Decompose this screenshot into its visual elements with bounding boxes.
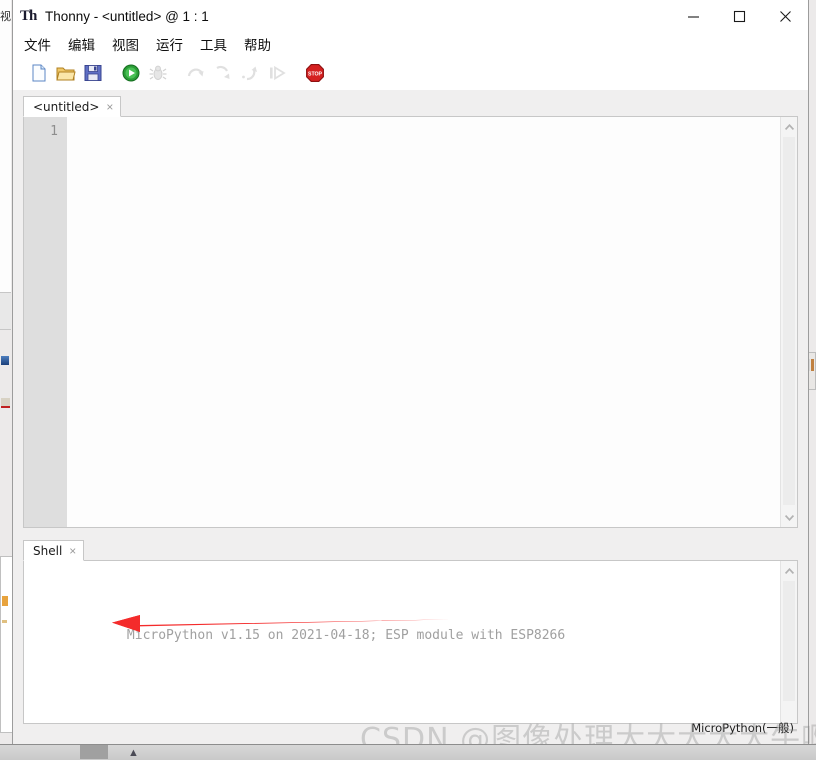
background-toolbar-fragment [0, 292, 11, 330]
background-icon-blue [1, 356, 9, 365]
debug-icon [148, 63, 168, 83]
shell-line-banner-1: MicroPython v1.15 on 2021-04-18; ESP mod… [33, 606, 780, 666]
shell-body[interactable]: MicroPython v1.15 on 2021-04-18; ESP mod… [23, 561, 798, 743]
editor-line-number: 1 [50, 124, 58, 139]
taskbar: ▲ [0, 744, 816, 760]
save-file-icon[interactable] [83, 63, 103, 83]
toolbar: STOP [13, 56, 808, 90]
editor-notebook: <untitled> × 1 [23, 94, 798, 528]
step-into-icon [213, 63, 233, 83]
background-window-label: 视 [0, 10, 11, 23]
shell-tab-label: Shell [33, 543, 63, 558]
shell-output[interactable]: MicroPython v1.15 on 2021-04-18; ESP mod… [24, 561, 780, 743]
editor-tabstrip: <untitled> × [23, 94, 798, 117]
editor-tab-untitled[interactable]: <untitled> × [23, 96, 122, 117]
step-over-icon [186, 63, 206, 83]
new-file-icon[interactable] [29, 63, 49, 83]
menu-item-run[interactable]: 运行 [156, 34, 183, 54]
background-icon-doc [1, 398, 10, 408]
taskbar-app-icon[interactable]: ▲ [128, 748, 142, 759]
screen: 视 Th Thonny - <untitled> @ 1 : 1 文件 编辑 视… [0, 0, 816, 760]
shell-banner-version: MicroPython v1.15 on 2021-04-18; ESP mod… [126, 628, 566, 643]
background-panel-marker-a [2, 596, 8, 606]
thonny-window: Th Thonny - <untitled> @ 1 : 1 文件 编辑 视图 … [12, 0, 809, 745]
run-icon[interactable] [121, 63, 141, 83]
chevron-up-icon[interactable] [781, 119, 797, 135]
window-title: Thonny - <untitled> @ 1 : 1 [45, 8, 209, 24]
step-out-icon [240, 63, 260, 83]
background-panel-marker-b [2, 620, 7, 623]
status-bar: MicroPython(一般) [13, 721, 808, 744]
menu-item-edit[interactable]: 编辑 [68, 34, 95, 54]
chevron-up-icon[interactable] [781, 563, 797, 579]
menu-item-tools[interactable]: 工具 [200, 34, 227, 54]
shell-tab[interactable]: Shell × [23, 540, 85, 561]
shell-tab-close-icon[interactable]: × [69, 545, 76, 557]
interpreter-status[interactable]: MicroPython(一般) [691, 720, 794, 736]
maximize-icon[interactable] [716, 0, 762, 32]
resume-icon [267, 63, 287, 83]
editor-scrollbar-thumb[interactable] [783, 137, 795, 505]
menu-bar: 文件 编辑 视图 运行 工具 帮助 [13, 32, 808, 56]
menu-item-view[interactable]: 视图 [112, 34, 139, 54]
shell-notebook: Shell × MicroPython v1.15 on 2021-04-18;… [23, 538, 798, 743]
shell-scrollbar-thumb[interactable] [783, 581, 795, 701]
editor-body: 1 [23, 117, 798, 528]
menu-item-file[interactable]: 文件 [24, 34, 51, 54]
menu-item-help[interactable]: 帮助 [244, 34, 271, 54]
close-icon[interactable] [762, 0, 808, 32]
editor-tab-close-icon[interactable]: × [106, 101, 113, 113]
background-right-bar-3 [811, 359, 814, 371]
thonny-logo-icon: Th [20, 8, 37, 24]
shell-tabstrip: Shell × [23, 538, 798, 561]
shell-vertical-scrollbar[interactable] [780, 561, 797, 723]
window-controls [670, 0, 808, 32]
svg-text:STOP: STOP [308, 71, 323, 77]
editor-vertical-scrollbar[interactable] [780, 117, 797, 527]
background-window-left [0, 0, 11, 300]
editor-code-area[interactable] [67, 117, 780, 527]
open-file-icon[interactable] [56, 63, 76, 83]
chevron-down-icon[interactable] [781, 509, 797, 525]
taskbar-button[interactable] [80, 745, 108, 759]
stop-icon[interactable]: STOP [305, 63, 325, 83]
minimize-icon[interactable] [670, 0, 716, 32]
editor-gutter: 1 [24, 117, 67, 527]
title-bar[interactable]: Th Thonny - <untitled> @ 1 : 1 [13, 0, 808, 32]
editor-tab-label: <untitled> [33, 99, 100, 114]
